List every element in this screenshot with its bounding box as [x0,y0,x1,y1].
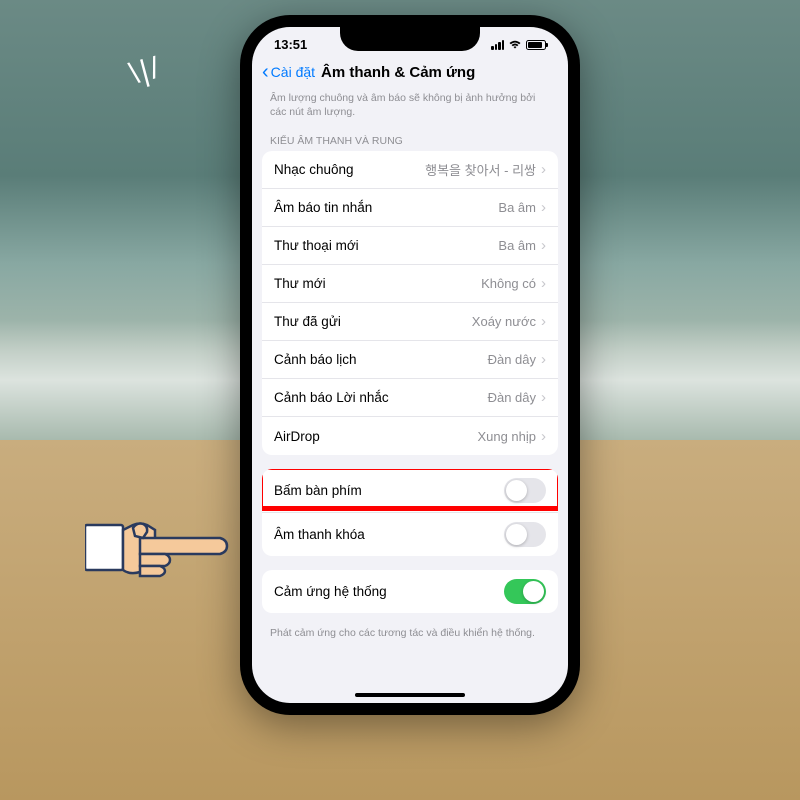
wifi-icon [508,37,522,52]
chevron-right-icon: › [541,275,546,292]
phone-frame: 13:51 ‹ Cài đặt Âm thanh & Cảm ứng Âm lư… [240,15,580,715]
row-reminders[interactable]: Cảnh báo Lời nhắc Đàn dây› [262,379,558,417]
row-ringtone[interactable]: Nhạc chuông 행복을 찾아서 - 리쌍› [262,151,558,189]
toggle-lock-sound[interactable] [504,522,546,547]
chevron-right-icon: › [541,351,546,368]
row-keyboard-clicks[interactable]: Bấm bàn phím [262,469,558,513]
row-new-mail[interactable]: Thư mới Không có› [262,265,558,303]
haptics-group: Cảm ứng hệ thống [262,570,558,613]
back-label: Cài đặt [271,64,315,80]
chevron-right-icon: › [541,237,546,254]
chevron-right-icon: › [541,389,546,406]
row-lock-sound[interactable]: Âm thanh khóa [262,513,558,556]
row-system-haptics[interactable]: Cảm ứng hệ thống [262,570,558,613]
navigation-header: ‹ Cài đặt Âm thanh & Cảm ứng [252,56,568,92]
battery-icon [526,40,546,50]
status-time: 13:51 [274,37,307,52]
row-voicemail[interactable]: Thư thoại mới Ba âm› [262,227,558,265]
toggle-system-haptics[interactable] [504,579,546,604]
toggles-group: Bấm bàn phím Âm thanh khóa [262,469,558,556]
row-text-tone[interactable]: Âm báo tin nhắn Ba âm› [262,189,558,227]
home-indicator[interactable] [355,693,465,697]
row-sent-mail[interactable]: Thư đã gửi Xoáy nước› [262,303,558,341]
chevron-right-icon: › [541,199,546,216]
phone-notch [340,27,480,51]
signal-icon [491,40,504,50]
page-title: Âm thanh & Cảm ứng [321,64,475,81]
sounds-group: Nhạc chuông 행복을 찾아서 - 리쌍› Âm báo tin nhắ… [262,151,558,455]
row-airdrop[interactable]: AirDrop Xung nhịp› [262,417,558,455]
chevron-left-icon: ‹ [262,62,269,82]
chevron-right-icon: › [541,313,546,330]
back-button[interactable]: ‹ Cài đặt [262,62,315,82]
pointing-hand-annotation [85,490,235,605]
volume-note: Âm lượng chuông và âm báo sẽ không bị ản… [252,92,568,129]
haptics-description: Phát cảm ứng cho các tương tác và điều k… [252,627,568,651]
chevron-right-icon: › [541,428,546,445]
chevron-right-icon: › [541,161,546,178]
section-header-sounds: KIỂU ÂM THANH VÀ RUNG [252,129,568,151]
toggle-keyboard-clicks[interactable] [504,478,546,503]
row-calendar[interactable]: Cảnh báo lịch Đàn dây› [262,341,558,379]
